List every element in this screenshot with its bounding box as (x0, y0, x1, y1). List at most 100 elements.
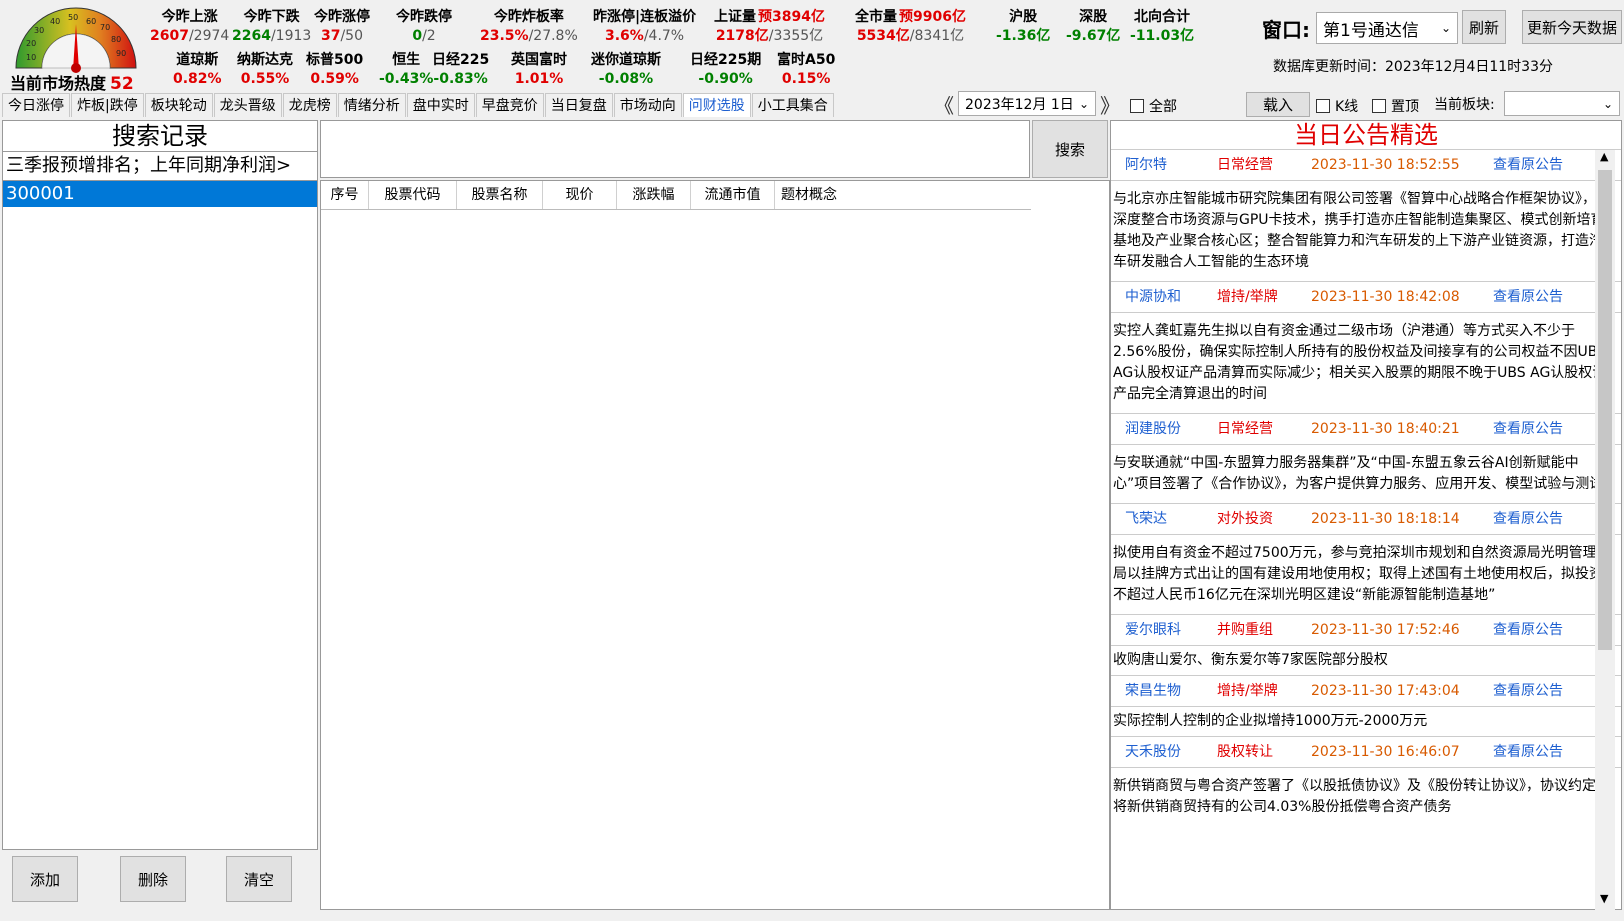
svg-text:50: 50 (68, 13, 78, 22)
stat-value-yesterday: /2974 (188, 28, 230, 44)
clear-button[interactable]: 清空 (226, 856, 292, 902)
view-original-link[interactable]: 查看原公告 (1493, 150, 1563, 180)
tab-item[interactable]: 小工具集合 (751, 93, 834, 117)
column-header[interactable]: 股票代码 (369, 181, 457, 209)
index-change: 0.55% (240, 71, 290, 87)
update-today-button[interactable]: 更新今天数据 (1522, 10, 1622, 44)
view-original-link[interactable]: 查看原公告 (1493, 414, 1563, 444)
announcement-item: 天禾股份 股权转让 2023-11-30 16:46:07 查看原公告 新供销商贸与粤合… (1111, 736, 1621, 826)
scrollbar-thumb[interactable] (1598, 170, 1612, 650)
current-sector-select[interactable]: ⌄ (1504, 91, 1620, 116)
all-checkbox[interactable]: 全部 (1130, 96, 1177, 116)
tab-item[interactable]: 情绪分析 (337, 93, 406, 117)
kline-checkbox[interactable]: K线 (1316, 96, 1358, 116)
stat-label-forecast: 预3894亿 (758, 9, 825, 25)
announcement-type: 增持/举牌 (1217, 289, 1278, 305)
index-item: 日经225 -0.83% (432, 51, 489, 89)
tab-item[interactable]: 早盘竞价 (475, 93, 544, 117)
announcement-text: 实控人龚虹嘉先生拟以自有资金通过二级市场（沪港通）等方式买入不少于2.56%股份… (1113, 323, 1607, 402)
announcement-time: 2023-11-30 18:18:14 (1311, 511, 1460, 527)
chevron-down-icon: ⌄ (1440, 21, 1451, 35)
tab-item[interactable]: 龙头晋级 (213, 93, 282, 117)
index-label: 标普500 (306, 52, 364, 68)
tab-item[interactable]: 盘中实时 (406, 93, 475, 117)
stat-value: 2607/2974 (150, 27, 229, 46)
index-change: 0.15% (781, 71, 831, 87)
announcement-stock-name[interactable]: 爱尔眼科 (1125, 615, 1181, 645)
announcement-stock-name[interactable]: 荣昌生物 (1125, 676, 1181, 706)
market-heat-value: 52 (110, 74, 134, 94)
column-header[interactable]: 股票名称 (457, 181, 543, 209)
svg-text:20: 20 (26, 39, 36, 48)
checkbox-box[interactable] (1316, 99, 1330, 113)
scroll-up-icon[interactable]: ▲ (1600, 150, 1608, 163)
stat-item: 全市量 预9906亿 5534亿/8341亿 (855, 8, 966, 46)
announcement-stock-name[interactable]: 天禾股份 (1125, 737, 1181, 767)
window-label: 窗口: (1262, 18, 1310, 42)
column-header[interactable]: 现价 (543, 181, 617, 209)
index-label: 日经225 (432, 52, 490, 68)
svg-text:60: 60 (86, 17, 96, 26)
view-original-link[interactable]: 查看原公告 (1493, 676, 1563, 706)
announcement-type: 股权转让 (1217, 744, 1273, 760)
chevron-down-icon: ⌄ (1602, 96, 1613, 111)
chevron-down-icon: ⌄ (1078, 96, 1089, 111)
main-tabs: 今日涨停 炸板|跌停 板块轮动 龙头晋级 龙虎榜 情绪分析 盘中实时 早盘竞价 当日复盘 市场动向… (2, 93, 835, 117)
prev-date-button[interactable]: 《 (934, 90, 954, 119)
announcement-header: 天禾股份 股权转让 2023-11-30 16:46:07 查看原公告 (1111, 737, 1621, 768)
tab-item[interactable]: 当日复盘 (544, 93, 613, 117)
index-item: 日经225期 -0.90% (690, 51, 761, 89)
pin-top-checkbox[interactable]: 置顶 (1372, 96, 1419, 116)
svg-text:30: 30 (34, 26, 44, 35)
checkbox-box[interactable] (1372, 99, 1386, 113)
view-original-link[interactable]: 查看原公告 (1493, 737, 1563, 767)
tab-item[interactable]: 龙虎榜 (282, 93, 337, 117)
tab-item[interactable]: 市场动向 (613, 93, 682, 117)
results-table-header: 序号 股票代码 股票名称 现价 涨跌幅 流通市值 题材概念 (321, 181, 1031, 210)
stat-value: 37/50 (314, 27, 370, 46)
announcement-stock-name[interactable]: 中源协和 (1125, 282, 1181, 312)
announcement-item: 飞荣达 对外投资 2023-11-30 18:18:14 查看原公告 拟使用自有资金不超… (1111, 503, 1621, 614)
view-original-link[interactable]: 查看原公告 (1493, 615, 1563, 645)
search-history-panel: 搜索记录 三季报预增排名；上年同期净利润> 300001 (2, 120, 318, 850)
announcement-stock-name[interactable]: 润建股份 (1125, 414, 1181, 444)
column-header[interactable]: 流通市值 (691, 181, 775, 209)
next-date-button[interactable]: 》 (1100, 90, 1120, 119)
column-header[interactable]: 题材概念 (775, 181, 1031, 209)
market-heat-gauge: 10 20 30 40 50 60 7080 90 (15, 7, 137, 73)
column-header[interactable]: 涨跌幅 (617, 181, 691, 209)
announcement-stock-name[interactable]: 阿尔特 (1125, 150, 1167, 180)
index-change: -0.08% (598, 71, 654, 87)
tab-item[interactable]: 今日涨停 (2, 93, 70, 117)
column-header[interactable]: 序号 (321, 181, 369, 209)
window-select[interactable]: 第1号通达信 ⌄ (1316, 12, 1458, 44)
refresh-button[interactable]: 刷新 (1462, 10, 1506, 44)
checkbox-box[interactable] (1130, 99, 1144, 113)
tab-item[interactable]: 问财选股 (682, 93, 751, 117)
announcement-time: 2023-11-30 18:40:21 (1311, 421, 1460, 437)
stat-label: 上证量 预3894亿 (714, 9, 825, 25)
search-history-item[interactable]: 三季报预增排名；上年同期净利润> (3, 152, 317, 181)
load-button[interactable]: 载入 (1246, 92, 1310, 117)
announcement-header: 中源协和 增持/举牌 2023-11-30 18:42:08 查看原公告 (1111, 282, 1621, 313)
add-button[interactable]: 添加 (12, 856, 78, 902)
delete-button[interactable]: 删除 (120, 856, 186, 902)
scroll-down-icon[interactable]: ▼ (1600, 892, 1608, 905)
stat-item: 上证量 预3894亿 2178亿/3355亿 (714, 8, 825, 46)
current-sector-label: 当前板块: (1434, 97, 1495, 113)
tab-item[interactable]: 炸板|跌停 (71, 93, 144, 117)
search-history-item-selected[interactable]: 300001 (3, 181, 317, 207)
search-button[interactable]: 搜索 (1032, 120, 1108, 178)
stat-label: 昨涨停|连板溢价 (593, 9, 697, 25)
stat-value: -11.03亿 (1130, 27, 1194, 46)
query-input[interactable] (320, 120, 1030, 178)
view-original-link[interactable]: 查看原公告 (1493, 282, 1563, 312)
stat-value-today: -9.67亿 (1066, 28, 1121, 44)
date-picker[interactable]: 2023年12月 1日 ⌄ (958, 91, 1096, 116)
index-change: -0.90% (698, 71, 753, 87)
stat-value-today: 5534亿 (856, 28, 910, 44)
view-original-link[interactable]: 查看原公告 (1493, 504, 1563, 534)
announcement-stock-name[interactable]: 飞荣达 (1125, 504, 1167, 534)
tab-item[interactable]: 板块轮动 (144, 93, 213, 117)
stat-label: 今昨涨停 (314, 9, 370, 25)
